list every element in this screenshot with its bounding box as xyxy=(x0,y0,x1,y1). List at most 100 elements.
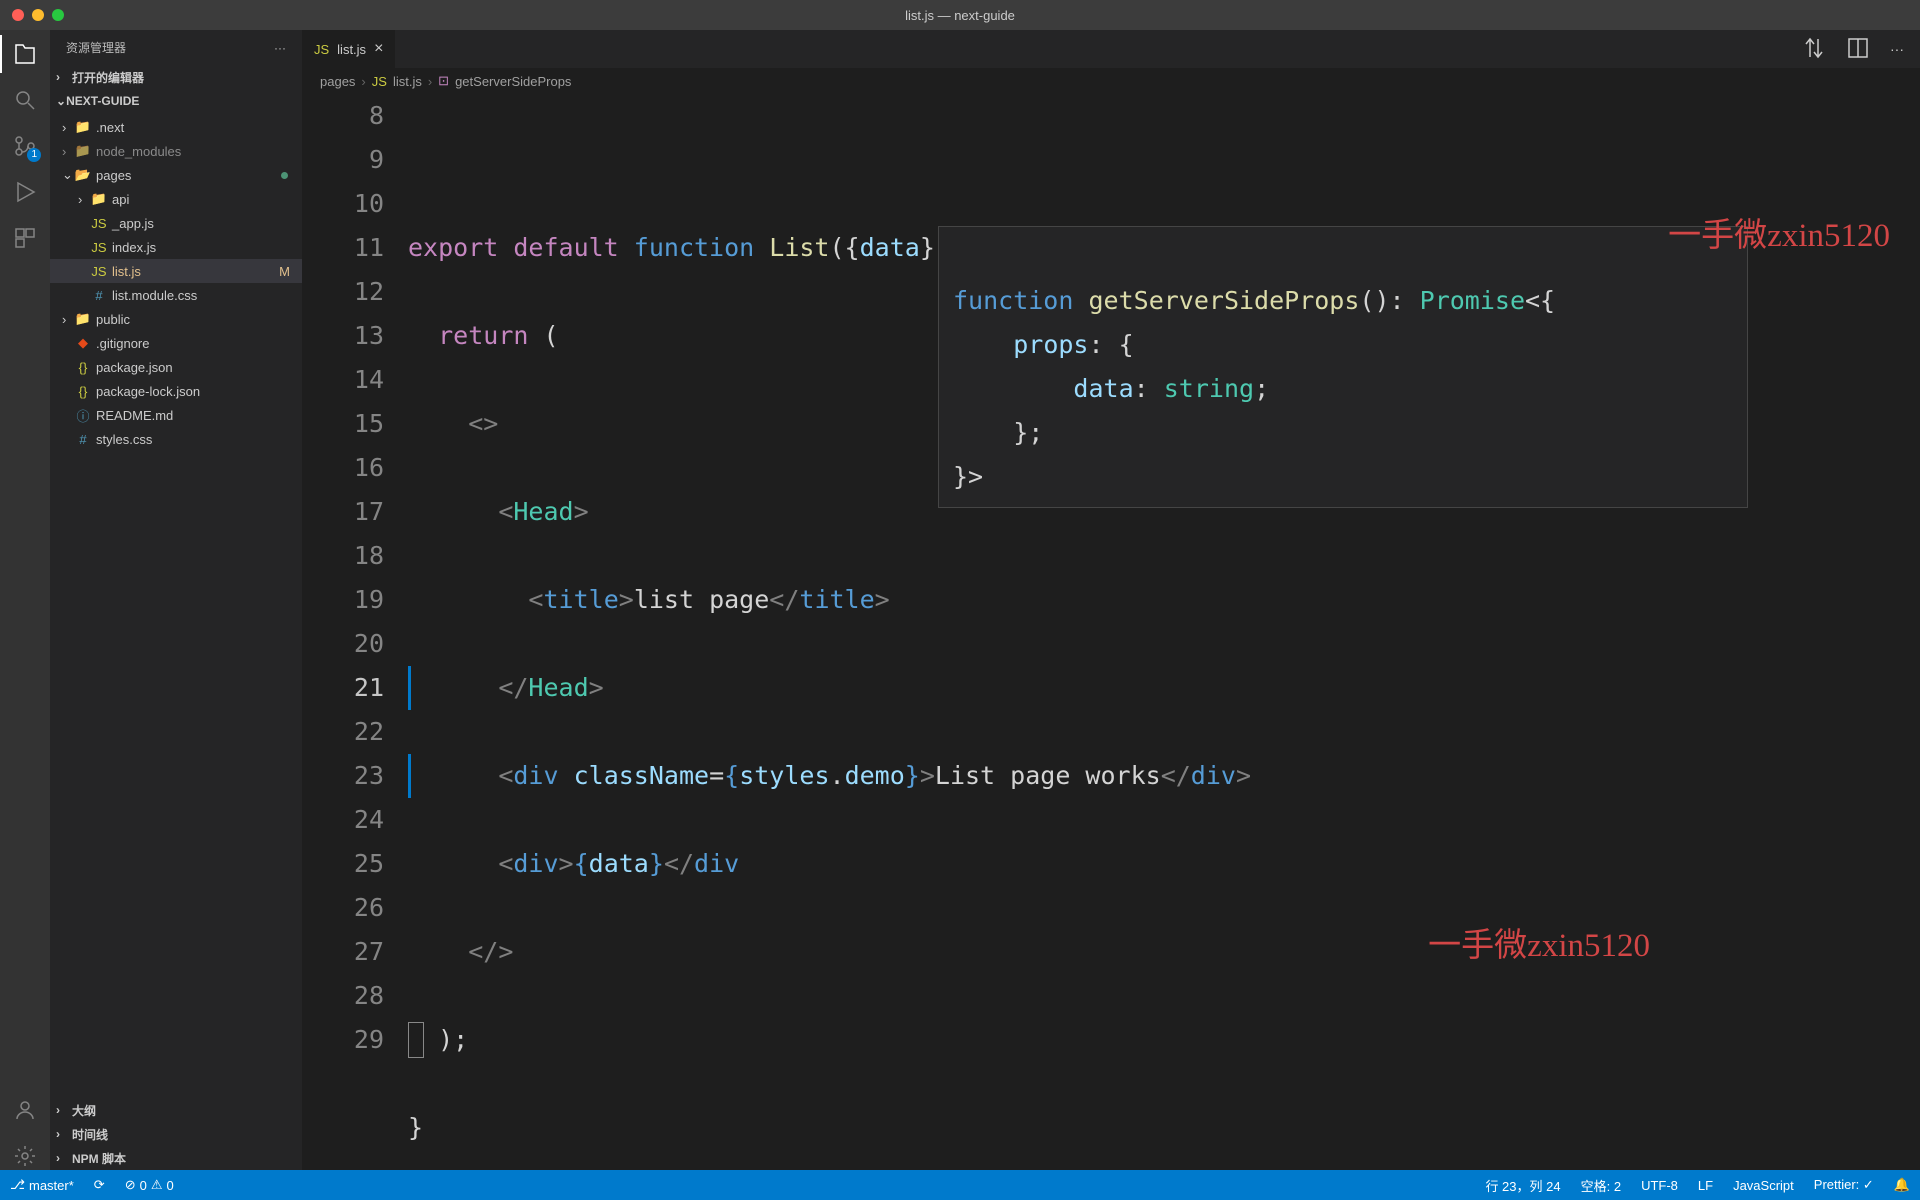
sidebar-more-icon[interactable]: ··· xyxy=(274,41,286,55)
file-tree-item[interactable]: {}package.json xyxy=(50,355,302,379)
git-gutter-marker xyxy=(408,666,411,710)
file-type-icon: 📂 xyxy=(74,167,92,183)
file-name: index.js xyxy=(112,240,156,255)
chevron-icon: › xyxy=(78,192,90,207)
code-editor[interactable]: 8910111213141516171819202122232425262728… xyxy=(302,94,1920,1170)
status-bell-icon[interactable]: 🔔 xyxy=(1884,1177,1920,1193)
js-file-icon: JS xyxy=(314,42,329,57)
settings-gear-icon[interactable] xyxy=(11,1142,39,1170)
open-editors-label: 打开的编辑器 xyxy=(72,69,144,86)
breadcrumb-file[interactable]: list.js xyxy=(393,74,422,89)
status-encoding[interactable]: UTF-8 xyxy=(1631,1178,1688,1193)
file-tree-item[interactable]: ◆.gitignore xyxy=(50,331,302,355)
npm-scripts-section[interactable]: ›NPM 脚本 xyxy=(50,1146,302,1170)
explorer-icon[interactable] xyxy=(11,40,39,68)
accounts-icon[interactable] xyxy=(11,1096,39,1124)
status-indentation[interactable]: 空格: 2 xyxy=(1571,1176,1631,1195)
sidebar-header: 资源管理器 ··· xyxy=(50,30,302,65)
status-eol[interactable]: LF xyxy=(1688,1178,1723,1193)
status-sync-icon[interactable]: ⟳ xyxy=(84,1177,115,1193)
chevron-right-icon: › xyxy=(56,1151,68,1165)
file-name: package-lock.json xyxy=(96,384,200,399)
file-tree-item[interactable]: JS_app.js xyxy=(50,211,302,235)
file-tree-item[interactable]: ›📁public xyxy=(50,307,302,331)
file-name: node_modules xyxy=(96,144,181,159)
file-tree-item[interactable]: ›📁.next xyxy=(50,115,302,139)
maximize-window-icon[interactable] xyxy=(52,9,64,21)
editor-area: JS list.js × ··· pages › JS list.js › ⊡ … xyxy=(302,30,1920,1170)
compare-changes-icon[interactable] xyxy=(1802,36,1826,63)
file-tree-item[interactable]: #list.module.css xyxy=(50,283,302,307)
timeline-section[interactable]: ›时间线 xyxy=(50,1122,302,1146)
outline-section[interactable]: ›大纲 xyxy=(50,1098,302,1122)
tab-list-js[interactable]: JS list.js × xyxy=(302,30,396,68)
window-controls xyxy=(0,9,64,21)
sidebar: 资源管理器 ··· ›打开的编辑器 ⌄NEXT-GUIDE ›📁.next›📁n… xyxy=(50,30,302,1170)
chevron-icon: ⌄ xyxy=(62,167,74,183)
hover-tooltip: function getServerSideProps(): Promise<{… xyxy=(938,226,1748,508)
breadcrumb-symbol[interactable]: getServerSideProps xyxy=(455,74,571,89)
file-tree-item[interactable]: JS index.js xyxy=(50,235,302,259)
line-number-gutter: 8910111213141516171819202122232425262728… xyxy=(302,94,408,1170)
status-problems[interactable]: ⊘ 0 ⚠ 0 xyxy=(115,1177,184,1193)
file-name: styles.css xyxy=(96,432,152,447)
breadcrumb-folder[interactable]: pages xyxy=(320,74,355,89)
project-section[interactable]: ⌄NEXT-GUIDE xyxy=(50,89,302,113)
file-name: .gitignore xyxy=(96,336,149,351)
file-name: list.js xyxy=(112,264,141,279)
more-actions-icon[interactable]: ··· xyxy=(1890,41,1904,57)
chevron-right-icon: › xyxy=(361,74,365,89)
file-type-icon: 📁 xyxy=(90,191,108,207)
file-tree-item[interactable]: {} package-lock.json xyxy=(50,379,302,403)
file-tree-item[interactable]: ⌄📂 pages xyxy=(50,163,302,187)
status-branch[interactable]: ⎇ master* xyxy=(0,1177,84,1193)
file-name: api xyxy=(112,192,129,207)
project-label: NEXT-GUIDE xyxy=(66,94,139,108)
file-tree: ›📁.next›📁node_modules⌄📂pages›📁apiJS_app.… xyxy=(50,113,302,453)
chevron-icon: › xyxy=(62,312,74,327)
status-cursor-position[interactable]: 行 23，列 24 xyxy=(1475,1176,1570,1195)
tab-bar: JS list.js × ··· xyxy=(302,30,1920,68)
file-tree-item[interactable]: ›📁 api xyxy=(50,187,302,211)
file-name: public xyxy=(96,312,130,327)
breadcrumbs[interactable]: pages › JS list.js › ⊡ getServerSideProp… xyxy=(302,68,1920,94)
chevron-right-icon: › xyxy=(56,1103,68,1117)
git-dot-icon xyxy=(281,172,288,179)
git-modified-badge: M xyxy=(279,264,290,279)
method-icon: ⊡ xyxy=(438,73,449,89)
file-type-icon: ⓘ xyxy=(74,406,92,425)
status-prettier[interactable]: Prettier: ✓ xyxy=(1804,1177,1884,1193)
file-type-icon: {} xyxy=(74,384,92,399)
close-tab-icon[interactable]: × xyxy=(374,40,383,58)
status-bar: ⎇ master* ⟳ ⊘ 0 ⚠ 0 行 23，列 24 空格: 2 UTF-… xyxy=(0,1170,1920,1200)
file-name: README.md xyxy=(96,408,173,423)
chevron-down-icon: ⌄ xyxy=(56,94,66,108)
file-tree-item[interactable]: ⓘ README.md xyxy=(50,403,302,427)
chevron-icon: › xyxy=(62,144,74,159)
file-type-icon: JS xyxy=(90,216,108,231)
file-tree-item[interactable]: JS list.js M xyxy=(50,259,302,283)
file-type-icon: JS xyxy=(90,240,108,255)
extensions-icon[interactable] xyxy=(11,224,39,252)
file-tree-item[interactable]: #styles.css xyxy=(50,427,302,451)
source-control-icon[interactable]: 1 xyxy=(11,132,39,160)
git-gutter-marker xyxy=(408,754,411,798)
chevron-right-icon: › xyxy=(428,74,432,89)
code-content[interactable]: export default function List({data}) { r… xyxy=(408,94,1920,1170)
minimize-window-icon[interactable] xyxy=(32,9,44,21)
open-editors-section[interactable]: ›打开的编辑器 xyxy=(50,65,302,89)
split-editor-icon[interactable] xyxy=(1846,36,1870,63)
file-type-icon: JS xyxy=(90,264,108,279)
debug-icon[interactable] xyxy=(11,178,39,206)
file-name: pages xyxy=(96,168,131,183)
activity-bar: 1 xyxy=(0,30,50,1170)
file-type-icon: 📁 xyxy=(74,119,92,135)
file-tree-item[interactable]: ›📁node_modules xyxy=(50,139,302,163)
chevron-right-icon: › xyxy=(56,1127,68,1141)
js-file-icon: JS xyxy=(372,74,387,89)
file-name: list.module.css xyxy=(112,288,197,303)
search-icon[interactable] xyxy=(11,86,39,114)
bracket-match-highlight xyxy=(408,1022,424,1058)
close-window-icon[interactable] xyxy=(12,9,24,21)
status-language[interactable]: JavaScript xyxy=(1723,1178,1804,1193)
